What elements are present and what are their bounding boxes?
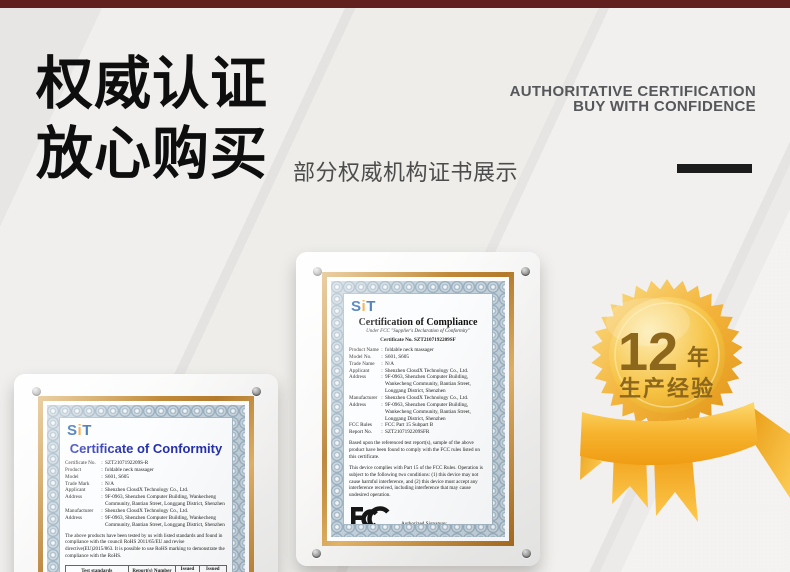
screw-icon [312, 549, 321, 558]
page-title: 权威认证 放心购买 [36, 49, 268, 189]
ribbon-tail-right [654, 456, 698, 522]
field-row: Address:9F-0963, Shenzhen Computer Build… [349, 402, 487, 423]
certificate-fields: Product Name:foldable neck massagerModel… [349, 347, 487, 436]
field-row: Address:9F-0963, Shenzhen Computer Build… [65, 515, 227, 529]
page-title-line1: 权威认证 [36, 49, 268, 119]
screw-icon [252, 387, 261, 396]
certificate-number: Certificate No. SZT2107192209SF [349, 337, 487, 343]
certification-compliance-card: SiT Certification of Compliance Under FC… [296, 252, 540, 566]
screw-icon [313, 267, 322, 276]
certificate-conformity-card: SiT Certificate of Conformity Certificat… [14, 374, 278, 572]
field-row: Manufacturer:Shenzhen CloudX Technology … [65, 508, 227, 515]
guilloche-border: SiT Certification of Compliance Under FC… [331, 281, 505, 537]
field-row: Applicant:Shenzhen CloudX Technology Co.… [65, 487, 227, 494]
gold-frame: SiT Certification of Compliance Under FC… [322, 272, 514, 546]
compliance-statement-1: Based upon the referenced test report(s)… [349, 440, 487, 461]
page-title-line2: 放心购买 [36, 119, 268, 189]
field-row: Trade Name:N/A [349, 361, 487, 368]
field-row: Model:S601, S605 [65, 474, 227, 481]
field-row: Model No.:S601, S605 [349, 354, 487, 361]
field-row: Address:9F-0963, Shenzhen Computer Build… [349, 374, 487, 395]
field-row: Certificate No.:SZT2107192209S-R [65, 460, 227, 467]
field-row: Manufacturer:Shenzhen CloudX Technology … [349, 395, 487, 402]
accent-bar [677, 164, 752, 173]
badge-years-number: 12 [618, 322, 678, 382]
field-row: FCC Rules:FCC Part 15 Subpart B [349, 422, 487, 429]
field-row: Applicant:Shenzhen CloudX Technology Co.… [349, 368, 487, 375]
field-row: Product:foldable neck massager [65, 467, 227, 474]
subtitle-chinese: 部分权威机构证书展示 [293, 155, 518, 187]
compliance-statement-2: This device complies with Part 15 of the… [349, 465, 487, 499]
certification-promo-banner: 权威认证 放心购买 部分权威机构证书展示 AUTHORITATIVE CERTI… [0, 0, 790, 572]
guilloche-border: SiT Certificate of Conformity Certificat… [47, 405, 245, 572]
screw-icon [522, 549, 531, 558]
signature-rule [449, 522, 487, 525]
certificate-title: Certification of Compliance [349, 317, 487, 328]
field-row: Address:9F-0963, Shenzhen Computer Build… [65, 494, 227, 508]
badge-years-unit: 年 [687, 345, 709, 370]
fcc-logo [349, 505, 393, 525]
field-row: Report No.:SZT2107192209SFR [349, 429, 487, 436]
field-row: Trade Mark:N/A [65, 481, 227, 488]
experience-badge: 12 年 生产经验 [580, 266, 790, 528]
field-row: Product Name:foldable neck massager [349, 347, 487, 354]
screw-icon [32, 387, 41, 396]
sit-logo: SiT [67, 422, 227, 439]
gold-frame: SiT Certificate of Conformity Certificat… [38, 396, 254, 572]
subtitle-english-line2: BUY WITH CONFIDENCE [510, 99, 756, 114]
subtitle-english-line1: AUTHORITATIVE CERTIFICATION [510, 84, 756, 99]
top-divider-bar [0, 0, 790, 8]
signature-block: Authorized Signature: Department Manager [401, 521, 487, 525]
certificate-subtitle: Under FCC "Supplier's Declaration of Con… [349, 329, 487, 334]
signature-label: Authorized Signature: [401, 521, 447, 525]
certificate-title: Certificate of Conformity [65, 441, 227, 456]
screw-icon [521, 267, 530, 276]
sit-logo: SiT [351, 298, 487, 315]
subtitle-english: AUTHORITATIVE CERTIFICATION BUY WITH CON… [510, 84, 756, 114]
rohs-statement: The above products have been tested by u… [65, 533, 227, 561]
badge-caption: 生产经验 [619, 376, 715, 401]
certificate-fields: Certificate No.:SZT2107192209S-RProduct:… [65, 460, 227, 529]
test-standards-table: Test standards Report(s) Number Issued B… [65, 565, 227, 572]
